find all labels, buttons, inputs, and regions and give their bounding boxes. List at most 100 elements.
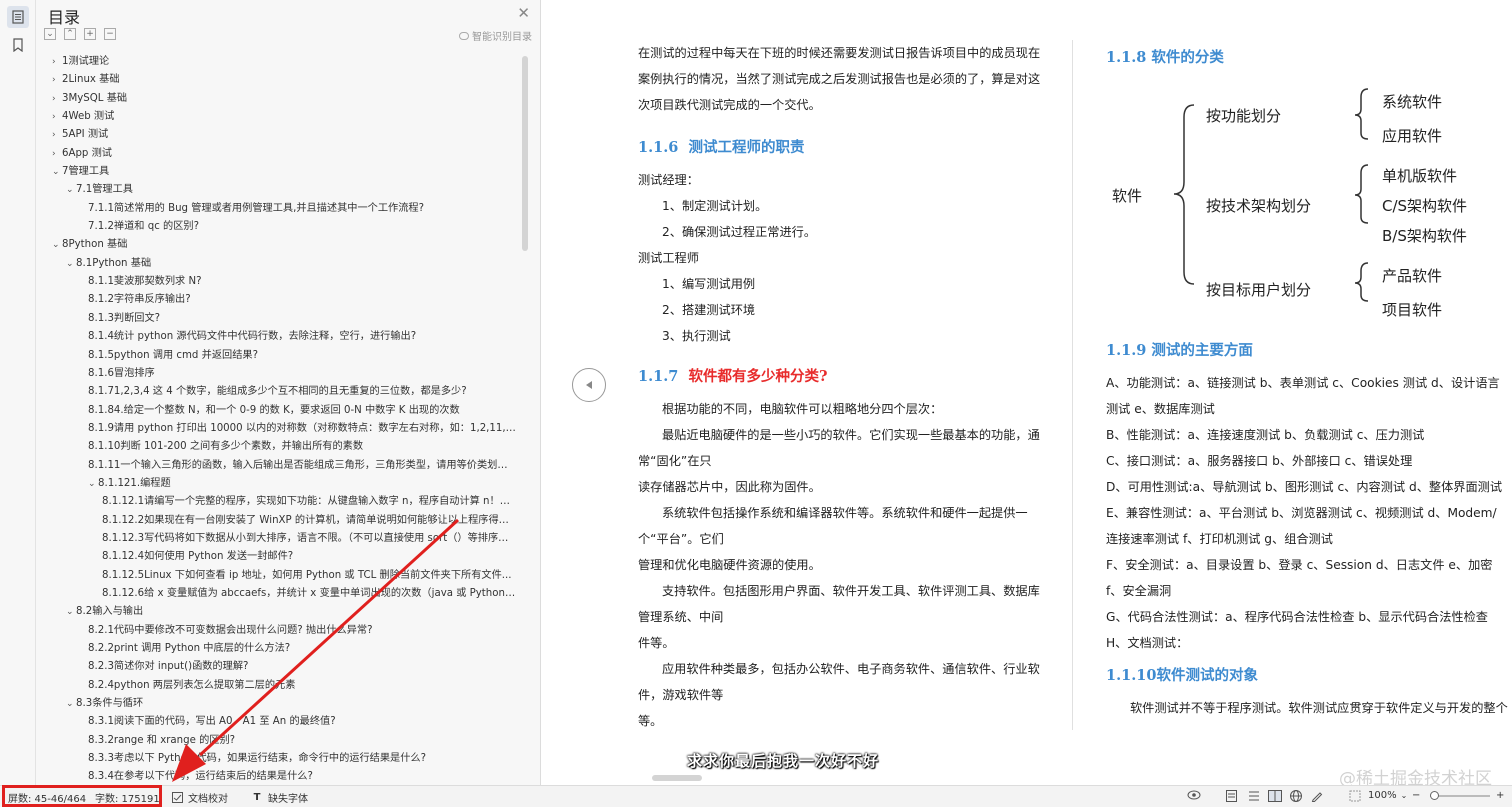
horizontal-scrollbar[interactable] bbox=[552, 774, 1152, 782]
horizontal-scrollbar-thumb[interactable] bbox=[652, 775, 702, 781]
toc-item-label: 8.1.10判断 101-200 之间有多少个素数，并输出所有的素数 bbox=[88, 441, 364, 453]
toc-item[interactable]: 7.1.2禅道和 qc 的区别? bbox=[36, 218, 516, 236]
paragraph: 等。 bbox=[638, 714, 663, 728]
toc-item[interactable]: › 6App 测试 bbox=[36, 145, 516, 163]
chevron-right-icon[interactable]: › bbox=[52, 126, 62, 144]
reading-view-icon[interactable] bbox=[1268, 790, 1282, 802]
zoom-slider-handle[interactable] bbox=[1430, 791, 1439, 800]
toc-item[interactable]: 8.1.5python 调用 cmd 并返回结果? bbox=[36, 347, 516, 365]
toc-item[interactable]: 8.2.3简述你对 input()函数的理解? bbox=[36, 658, 516, 676]
toc-item[interactable]: 8.3.1阅读下面的代码，写出 A0，A1 至 An 的最终值? bbox=[36, 713, 516, 731]
toc-item[interactable]: 8.1.12.1请编写一个完整的程序，实现如下功能：从键盘输入数字 n，程序自动… bbox=[36, 493, 516, 511]
expand-all-icon[interactable]: ⌃ bbox=[64, 28, 76, 40]
toc-item[interactable]: 7.1.1简述常用的 Bug 管理或者用例管理工具,并且描述其中一个工作流程? bbox=[36, 200, 516, 218]
toc-item[interactable]: 8.1.12.4如何使用 Python 发送一封邮件? bbox=[36, 548, 516, 566]
test-aspect-line: F、安全测试：a、目录设置 b、登录 c、Session d、日志文件 e、加密… bbox=[1106, 558, 1493, 598]
toc-item[interactable]: ⌄ 8.2输入与输出 bbox=[36, 603, 516, 621]
eye-icon[interactable] bbox=[1187, 790, 1201, 800]
toc-item[interactable]: 8.1.6冒泡排序 bbox=[36, 365, 516, 383]
toc-item[interactable]: ⌄ 7管理工具 bbox=[36, 163, 516, 181]
toc-item[interactable]: › 1测试理论 bbox=[36, 53, 516, 71]
toc-item[interactable]: 8.1.12.2如果现在有一台刚安装了 WinXP 的计算机，请简单说明如何能够… bbox=[36, 512, 516, 530]
remove-item-icon[interactable]: − bbox=[104, 28, 116, 40]
heading-number: 1.1.7 bbox=[638, 368, 679, 385]
chevron-down-icon[interactable]: ⌄ bbox=[52, 236, 62, 254]
zoom-level-text: 100% bbox=[1368, 790, 1397, 801]
toc-item[interactable]: › 3MySQL 基础 bbox=[36, 90, 516, 108]
chevron-right-icon[interactable]: › bbox=[52, 71, 62, 89]
toc-item[interactable]: › 4Web 测试 bbox=[36, 108, 516, 126]
zoom-in-button[interactable]: + bbox=[1496, 790, 1504, 801]
toc-item-label: 8.1.12.1请编写一个完整的程序，实现如下功能：从键盘输入数字 n，程序自动… bbox=[102, 496, 516, 508]
toc-item[interactable]: 8.1.11一个输入三角形的函数，输入后输出是否能组成三角形，三角形类型，请用等… bbox=[36, 457, 516, 475]
smart-toc-button[interactable]: 智能识别目录 bbox=[459, 28, 532, 43]
toc-item[interactable]: ⌄ 8Python 基础 bbox=[36, 236, 516, 254]
smart-toc-label: 智能识别目录 bbox=[472, 32, 532, 43]
toc-item[interactable]: 8.2.1代码中要修改不可变数据会出现什么问题? 抛出什么异常? bbox=[36, 622, 516, 640]
toc-item-label: 8.3.2range 和 xrange 的区别? bbox=[88, 734, 236, 746]
toc-item-label: 8.1.6冒泡排序 bbox=[88, 367, 155, 379]
toc-item[interactable]: 8.3.4在参考以下代码，运行结束后的结果是什么? bbox=[36, 768, 516, 783]
toc-item-label: 3MySQL 基础 bbox=[62, 92, 128, 104]
toc-item-label: 5API 测试 bbox=[62, 129, 109, 141]
toc-item[interactable]: 8.1.2字符串反序输出? bbox=[36, 291, 516, 309]
chevron-down-icon[interactable]: ⌄ bbox=[52, 163, 62, 181]
toc-item[interactable]: 8.2.2print 调用 Python 中底层的什么方法? bbox=[36, 640, 516, 658]
page-view-icon[interactable] bbox=[1226, 790, 1237, 802]
heading-text: 测试工程师的职责 bbox=[688, 139, 805, 156]
toc-item[interactable]: 8.1.9请用 python 打印出 10000 以内的对称数（对称数特点：数字… bbox=[36, 420, 516, 438]
chevron-down-icon[interactable]: ⌄ bbox=[88, 475, 98, 493]
toc-item[interactable]: 8.1.84.给定一个整数 N，和一个 0-9 的数 K，要求返回 0-N 中数… bbox=[36, 402, 516, 420]
proofread-icon bbox=[170, 791, 184, 805]
bookmark-icon[interactable] bbox=[7, 34, 29, 56]
chevron-down-icon[interactable]: ⌄ bbox=[66, 181, 76, 199]
toc-item[interactable]: › 2Linux 基础 bbox=[36, 71, 516, 89]
mindmap-branch: 按技术架构划分 bbox=[1206, 197, 1312, 215]
chevron-right-icon[interactable]: › bbox=[52, 145, 62, 163]
chevron-right-icon[interactable]: › bbox=[52, 108, 62, 126]
toc-panel-icon[interactable] bbox=[6, 6, 29, 28]
toc-item-label: 2Linux 基础 bbox=[62, 74, 120, 86]
paragraph: 管理和优化电脑硬件资源的使用。 bbox=[638, 558, 821, 572]
toc-item[interactable]: 8.1.1斐波那契数列求 N? bbox=[36, 273, 516, 291]
add-item-icon[interactable]: + bbox=[84, 28, 96, 40]
close-icon[interactable]: ✕ bbox=[517, 4, 530, 22]
toc-item[interactable]: ⌄ 8.1Python 基础 bbox=[36, 255, 516, 273]
chevron-down-icon[interactable]: ⌄ bbox=[66, 255, 76, 273]
collapse-all-icon[interactable]: ⌄ bbox=[44, 28, 56, 40]
zoom-out-button[interactable]: − bbox=[1412, 790, 1420, 801]
paragraph: 支持软件。包括图形用户界面、软件开发工具、软件评测工具、数据库管理系统、中间 bbox=[638, 584, 1040, 624]
toc-item[interactable]: 8.1.71,2,3,4 这 4 个数字，能组成多少个互不相同的且无重复的三位数… bbox=[36, 383, 516, 401]
toc-scrollbar-thumb[interactable] bbox=[522, 56, 528, 251]
toc-item-label: 8.2输入与输出 bbox=[76, 606, 144, 618]
toc-item[interactable]: 8.1.3判断回文? bbox=[36, 310, 516, 328]
toc-item[interactable]: › 5API 测试 bbox=[36, 126, 516, 144]
heading-1-1-10: 1.1.10软件测试的对象 bbox=[1106, 667, 1258, 684]
web-view-icon[interactable] bbox=[1290, 790, 1302, 802]
chevron-down-icon[interactable]: ⌄ bbox=[66, 695, 76, 713]
chevron-right-icon[interactable]: › bbox=[52, 53, 62, 71]
toc-item[interactable]: ⌄ 8.1.121.编程题 bbox=[36, 475, 516, 493]
chevron-down-icon[interactable]: ⌄ bbox=[66, 603, 76, 621]
toc-item[interactable]: 8.3.2range 和 xrange 的区别? bbox=[36, 732, 516, 750]
pen-icon[interactable] bbox=[1311, 790, 1323, 802]
outline-view-icon[interactable] bbox=[1248, 790, 1260, 802]
zoom-slider[interactable] bbox=[1430, 791, 1490, 800]
toc-item[interactable]: 8.1.4统计 python 源代码文件中代码行数，去除注释，空行，进行输出? bbox=[36, 328, 516, 346]
toc-item[interactable]: 8.1.10判断 101-200 之间有多少个素数，并输出所有的素数 bbox=[36, 438, 516, 456]
missing-font-button[interactable]: T 缺失字体 bbox=[250, 790, 308, 805]
proofread-button[interactable]: 文档校对 bbox=[170, 790, 228, 805]
toc-item[interactable]: ⌄ 7.1管理工具 bbox=[36, 181, 516, 199]
zoom-level[interactable]: 100% ⌄ bbox=[1368, 790, 1407, 801]
test-aspect-line: A、功能测试：a、链接测试 b、表单测试 c、Cookies 测试 d、设计语言… bbox=[1106, 376, 1500, 416]
toc-item[interactable]: 8.2.4python 两层列表怎么提取第二层的元素 bbox=[36, 677, 516, 695]
fit-page-icon[interactable] bbox=[1349, 790, 1361, 802]
prev-page-button[interactable] bbox=[572, 368, 606, 402]
mindmap-branch: 按功能划分 bbox=[1206, 107, 1282, 125]
toc-item[interactable]: 8.3.3考虑以下 Python 代码，如果运行结束，命令行中的运行结果是什么? bbox=[36, 750, 516, 768]
toc-item[interactable]: ⌄ 8.3条件与循环 bbox=[36, 695, 516, 713]
chevron-right-icon[interactable]: › bbox=[52, 90, 62, 108]
toc-item[interactable]: 8.1.12.6给 x 变量赋值为 abccaefs，并统计 x 变量中单词出现… bbox=[36, 585, 516, 603]
toc-item[interactable]: 8.1.12.3写代码将如下数据从小到大排序，语言不限。（不可以直接使用 sor… bbox=[36, 530, 516, 548]
toc-item[interactable]: 8.1.12.5Linux 下如何查看 ip 地址，如何用 Python 或 T… bbox=[36, 567, 516, 585]
